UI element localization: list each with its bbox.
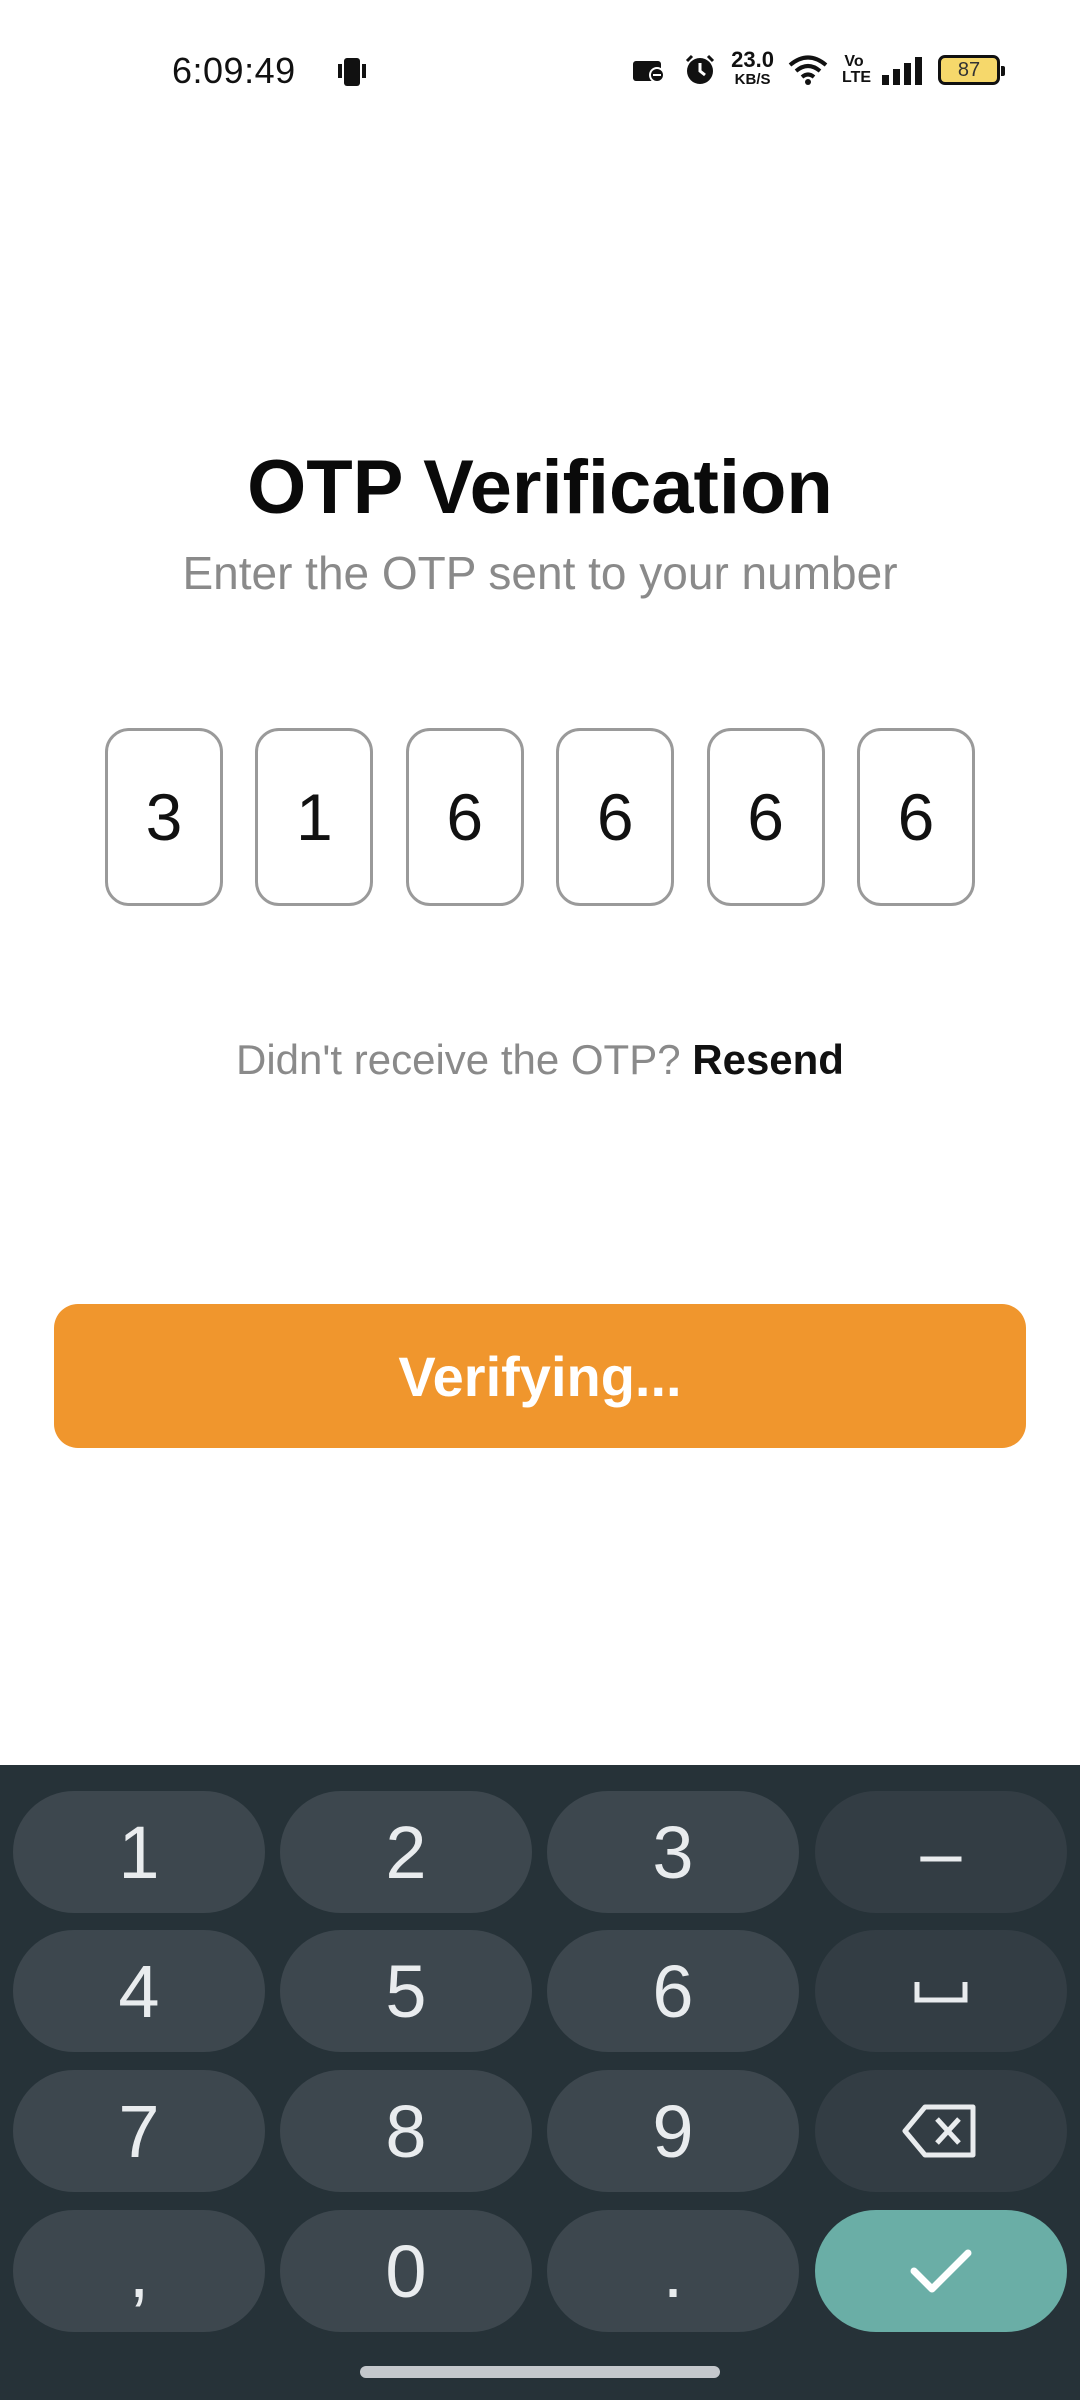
space-bar-icon [914,1982,968,2003]
gesture-navigation-bar[interactable] [360,2366,720,2378]
resend-link[interactable]: Resend [692,1036,844,1083]
key-3[interactable]: 3 [547,1791,799,1913]
otp-digit-1[interactable]: 3 [105,728,223,906]
page-title: OTP Verification [247,445,833,530]
key-0[interactable]: 0 [280,2210,532,2332]
key-backspace[interactable] [815,2070,1067,2192]
battery-icon: 87 [938,55,1005,85]
status-time: 6:09:49 [172,50,296,91]
wifi-icon [788,55,828,85]
key-2[interactable]: 2 [280,1791,532,1913]
key-dash[interactable]: – [815,1791,1067,1913]
checkmark-icon [910,2249,972,2293]
otp-input-group: 3 1 6 6 6 6 [105,728,975,906]
signal-icon [882,57,922,85]
key-6[interactable]: 6 [547,1930,799,2052]
key-5[interactable]: 5 [280,1930,532,2052]
page-subtitle: Enter the OTP sent to your number [182,547,898,599]
otp-digit-2[interactable]: 1 [255,728,374,906]
key-4[interactable]: 4 [13,1930,265,2052]
numeric-keyboard: 1 2 3 – 4 5 6 7 8 9 , 0 . [0,1765,1080,2400]
phone-vibrate-icon [338,58,366,86]
status-bar: 6:09:49 23.0 KB/S Vo LTE 87 [0,0,1080,140]
resend-prompt: Didn't receive the OTP? [236,1036,681,1083]
network-speed: 23.0 KB/S [731,47,774,89]
volte-indicator: Vo LTE [842,53,872,86]
key-7[interactable]: 7 [13,2070,265,2192]
key-dot[interactable]: . [547,2210,799,2332]
key-9[interactable]: 9 [547,2070,799,2192]
key-8[interactable]: 8 [280,2070,532,2192]
camera-off-icon [633,61,666,83]
key-comma[interactable]: , [13,2210,265,2332]
otp-digit-4[interactable]: 6 [556,728,675,906]
otp-digit-3[interactable]: 6 [405,728,524,906]
backspace-icon [902,2104,976,2158]
key-1[interactable]: 1 [13,1791,265,1913]
alarm-icon [686,54,715,84]
status-icons: 23.0 KB/S Vo LTE 87 [631,47,1005,92]
key-enter[interactable] [815,2210,1067,2332]
otp-digit-5[interactable]: 6 [706,728,825,906]
otp-digit-6[interactable]: 6 [856,728,975,906]
key-space[interactable] [815,1930,1067,2052]
resend-row: Didn't receive the OTP? Resend [0,1036,1080,1084]
verify-button[interactable]: Verifying... [54,1304,1026,1448]
